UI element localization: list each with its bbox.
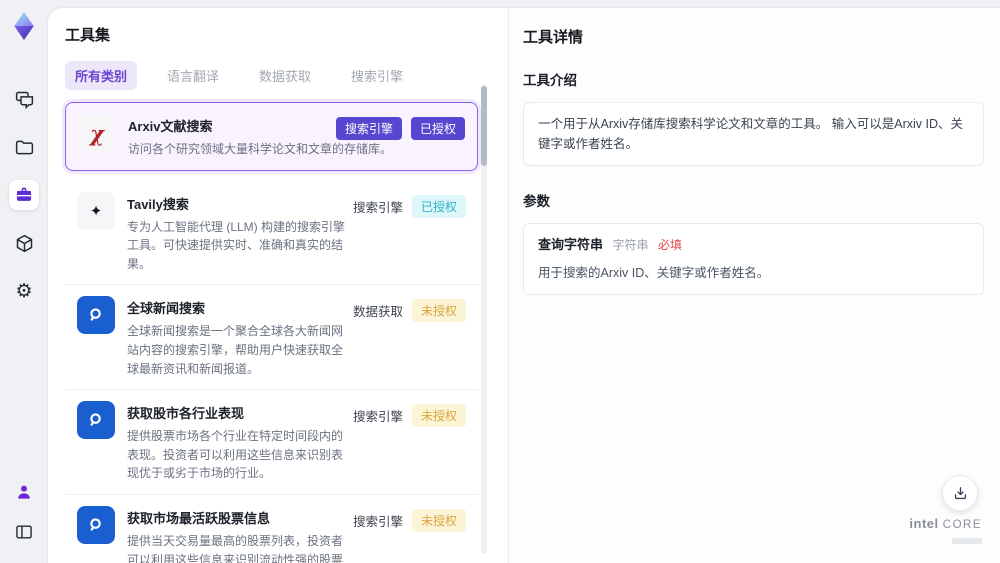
tab-data-fetch[interactable]: 数据获取 <box>249 61 321 90</box>
params-heading: 参数 <box>523 194 550 209</box>
list-scrollbar <box>481 84 487 554</box>
intel-core-logo: intel CORE <box>909 516 982 549</box>
tab-all-categories[interactable]: 所有类别 <box>65 61 138 90</box>
tool-card-global-news[interactable]: 全球新闻搜索 全球新闻搜索是一个聚合全球各大新闻网站内容的搜索引擎，帮助用户快速… <box>65 285 478 391</box>
category-label: 搜索引擎 <box>352 514 403 529</box>
folder-icon[interactable] <box>9 132 39 162</box>
tool-card-stock-sector[interactable]: 获取股市各行业表现 提供股票市场各个行业在特定时间段内的表现。投资者可以利用这些… <box>65 390 478 495</box>
download-button[interactable] <box>942 475 978 511</box>
chat-icon[interactable] <box>9 84 39 114</box>
brand-subtext-bar <box>952 538 982 544</box>
main-panel: 工具集 所有类别 语言翻译 数据获取 搜索引擎 χ Arxiv文献搜索 访问各个… <box>48 8 1000 563</box>
status-badge: 已授权 <box>411 194 466 218</box>
brand-core: CORE <box>942 519 982 531</box>
category-label: 搜索引擎 <box>352 410 403 425</box>
tool-card-active-stocks[interactable]: 获取市场最活跃股票信息 提供当天交易量最高的股票列表，投资者可以利用这些信息来识… <box>65 494 478 563</box>
tool-description: 专为人工智能代理 (LLM) 构建的搜索引擎工具。可快速提供实时、准确和真实的结… <box>127 219 346 271</box>
tool-detail-panel: 工具详情 工具介绍 一个用于从Arxiv存储库搜索科学论文和文章的工具。 输入可… <box>508 8 1000 563</box>
tool-card-arxiv[interactable]: χ Arxiv文献搜索 访问各个研究领域大量科学论文和文章的存储库。 搜索引擎 … <box>65 102 478 171</box>
status-badge: 已授权 <box>410 117 465 140</box>
tool-card-tavily[interactable]: ✦ Tavily搜索 专为人工智能代理 (LLM) 构建的搜索引擎工具。可快速提… <box>65 180 478 286</box>
rail-bottom <box>9 477 39 547</box>
detail-title: 工具详情 <box>523 29 584 46</box>
category-label: 搜索引擎 <box>352 200 403 215</box>
tool-description: 访问各个研究领域大量科学论文和文章的存储库。 <box>128 142 393 156</box>
rail-nav: ⚙ <box>9 84 39 306</box>
status-badge: 未授权 <box>411 299 466 323</box>
collapse-panel-icon[interactable] <box>9 517 39 547</box>
tab-search-engine[interactable]: 搜索引擎 <box>341 61 413 90</box>
tavily-icon: ✦ <box>77 191 115 230</box>
toolset-panel: 工具集 所有类别 语言翻译 数据获取 搜索引擎 χ Arxiv文献搜索 访问各个… <box>48 8 508 563</box>
tool-name: 全球新闻搜索 <box>127 301 206 317</box>
tool-name: 获取股市各行业表现 <box>127 406 245 422</box>
intro-heading: 工具介绍 <box>523 73 577 88</box>
category-label: 数据获取 <box>352 305 403 320</box>
status-badge: 未授权 <box>411 404 466 428</box>
profile-avatar-icon[interactable] <box>9 477 39 507</box>
stock-search-icon <box>77 401 115 440</box>
intro-text: 一个用于从Arxiv存储库搜索科学论文和文章的工具。 输入可以是Arxiv ID… <box>538 117 964 151</box>
models-cube-icon[interactable] <box>9 228 39 258</box>
param-card: 查询字符串 字符串 必填 用于搜索的Arxiv ID、关键字或作者姓名。 <box>523 223 984 295</box>
tool-description: 提供当天交易量最高的股票列表，投资者可以利用这些信息来识别流动性强的股票和潜在的… <box>127 533 344 563</box>
left-rail: ⚙ <box>0 0 48 563</box>
scrollbar-thumb[interactable] <box>481 86 487 166</box>
tool-name: Tavily搜索 <box>127 196 189 212</box>
brand-intel: intel <box>909 516 939 531</box>
intro-card: 一个用于从Arxiv存储库搜索科学论文和文章的工具。 输入可以是Arxiv ID… <box>523 102 984 166</box>
arxiv-icon: χ <box>78 114 116 152</box>
tool-name: Arxiv文献搜索 <box>128 119 213 134</box>
param-description: 用于搜索的Arxiv ID、关键字或作者姓名。 <box>538 265 770 280</box>
category-badge: 搜索引擎 <box>335 117 402 140</box>
tool-name: 获取市场最活跃股票信息 <box>127 510 271 526</box>
app-logo-icon <box>14 12 34 40</box>
settings-gear-icon[interactable]: ⚙ <box>9 276 39 306</box>
tool-list: χ Arxiv文献搜索 访问各个研究领域大量科学论文和文章的存储库。 搜索引擎 … <box>65 102 478 563</box>
news-search-icon <box>77 296 115 335</box>
page-title: 工具集 <box>65 27 111 44</box>
param-name: 查询字符串 <box>538 237 604 252</box>
category-tabs: 所有类别 语言翻译 数据获取 搜索引擎 <box>65 61 480 90</box>
status-badge: 未授权 <box>411 508 466 532</box>
param-type: 字符串 <box>612 238 649 252</box>
tools-icon[interactable] <box>9 180 39 210</box>
param-required-flag: 必填 <box>658 238 683 252</box>
stock-search-icon <box>77 505 115 544</box>
tool-description: 全球新闻搜索是一个聚合全球各大新闻网站内容的搜索引擎，帮助用户快速获取全球最新资… <box>127 324 344 376</box>
tab-language-translation[interactable]: 语言翻译 <box>157 61 229 90</box>
tool-description: 提供股票市场各个行业在特定时间段内的表现。投资者可以利用这些信息来识别表现优于或… <box>127 429 344 481</box>
